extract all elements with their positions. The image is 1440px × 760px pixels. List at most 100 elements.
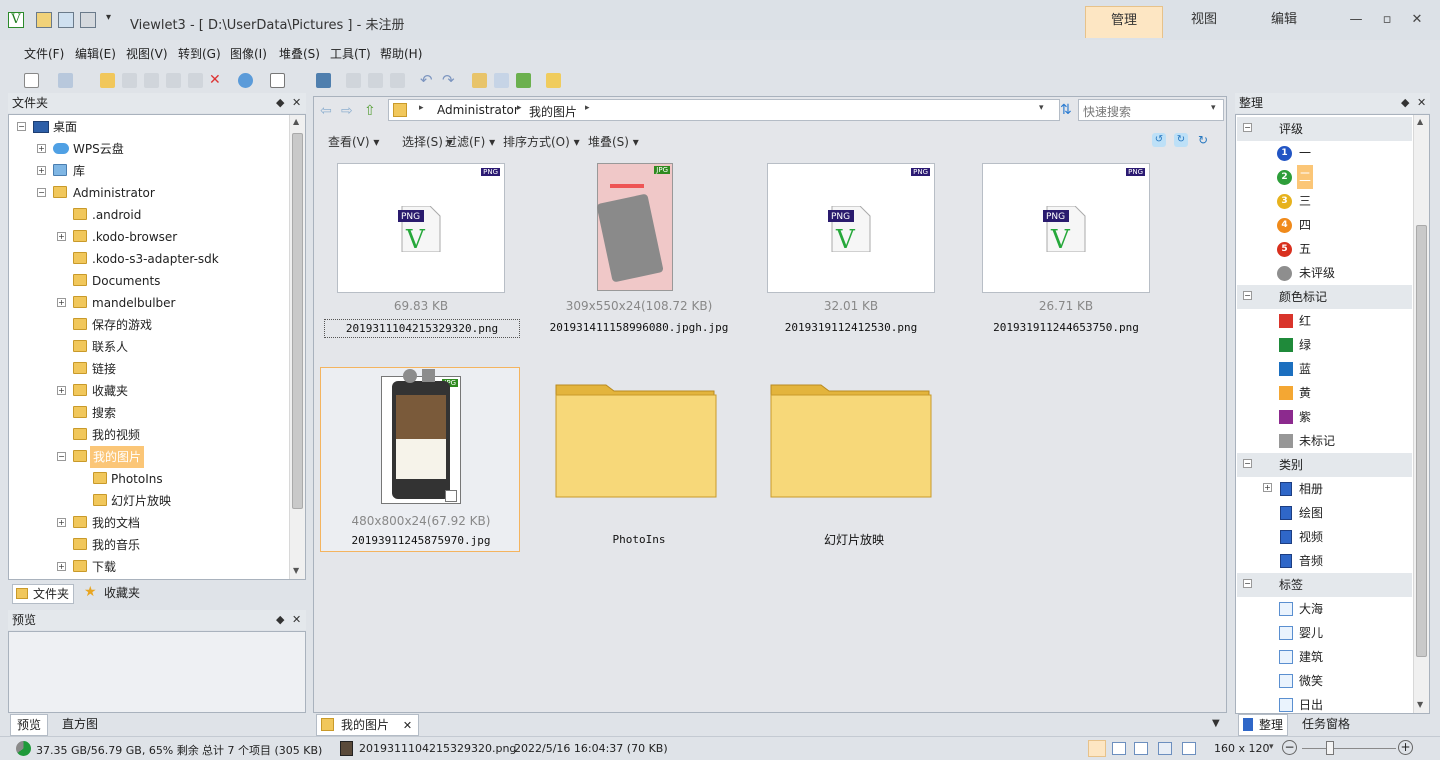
content-tab-pictures[interactable]: 我的图片 ✕ [316, 714, 420, 736]
quick-search-input[interactable]: 快速搜索 ▾ [1078, 99, 1224, 121]
tree-item-videos[interactable]: 我的视频 [92, 424, 140, 446]
color-yellow[interactable]: 黄 [1237, 381, 1412, 405]
tree-item-photoins[interactable]: PhotoIns [111, 468, 163, 490]
pin-icon[interactable]: ◆ [276, 93, 284, 113]
view-grid-icon[interactable] [1112, 742, 1126, 755]
folder-item[interactable]: 幻灯片放映 [754, 379, 954, 549]
menu-help[interactable]: 帮助(H) [380, 45, 422, 62]
tab-preview[interactable]: 预览 [10, 714, 49, 736]
nav-up-icon[interactable]: ⇧ [364, 103, 376, 119]
tab-list-dropdown-icon[interactable]: ▼ [1212, 718, 1220, 729]
zoom-in-icon[interactable]: + [1398, 740, 1413, 755]
menu-file[interactable]: 文件(F) [24, 45, 64, 62]
open-folder-icon[interactable] [36, 12, 52, 28]
collapse-icon[interactable]: − [17, 122, 26, 131]
expand-icon[interactable]: + [1263, 483, 1272, 492]
move-icon[interactable] [122, 73, 137, 88]
tree-item-search[interactable]: 搜索 [92, 402, 116, 424]
tree-item-my-documents[interactable]: 我的文档 [92, 512, 140, 534]
view-thumbnails-icon[interactable] [1088, 740, 1106, 757]
ribbon-tab-view[interactable]: 视图 [1165, 6, 1243, 38]
scroll-up-icon[interactable]: ▲ [1417, 117, 1423, 126]
app-logo-icon[interactable]: V [8, 12, 24, 28]
new-icon[interactable] [24, 73, 39, 88]
thumbnail-item[interactable]: JPG 309x550x24(108.72 KB) 20193141115899… [539, 163, 739, 339]
expand-icon[interactable]: + [37, 144, 46, 153]
copy-icon[interactable] [166, 73, 181, 88]
panel-close-icon[interactable]: ✕ [292, 610, 301, 630]
folder-add-icon[interactable] [100, 73, 115, 88]
tree-item-music[interactable]: 我的音乐 [92, 534, 140, 556]
rating-2[interactable]: 2二 [1237, 165, 1412, 189]
section-tags[interactable]: − 标签 [1237, 573, 1412, 597]
paste-icon[interactable] [188, 73, 203, 88]
category-drawing[interactable]: 绘图 [1237, 501, 1412, 525]
tag-sea[interactable]: 大海 [1237, 597, 1412, 621]
rating-circle-icon[interactable] [403, 369, 417, 383]
section-rating[interactable]: − 评级 [1237, 117, 1412, 141]
select-checkbox[interactable] [445, 490, 457, 502]
refresh-icon[interactable] [238, 73, 253, 88]
menu-goto[interactable]: 转到(G) [178, 45, 221, 62]
view-list-icon[interactable] [1182, 742, 1196, 755]
color-none[interactable]: 未标记 [1237, 429, 1412, 453]
menu-view[interactable]: 视图(V) [126, 45, 168, 62]
rating-1[interactable]: 1一 [1237, 141, 1412, 165]
layout-icon[interactable] [270, 73, 285, 88]
maximize-icon[interactable]: ▫ [1379, 12, 1395, 27]
tab-close-icon[interactable]: ✕ [403, 719, 412, 732]
copy-to-icon[interactable] [144, 73, 159, 88]
tree-item-library[interactable]: 库 [73, 160, 85, 182]
minimize-icon[interactable]: — [1348, 12, 1364, 27]
tree-item-administrator[interactable]: Administrator [73, 182, 155, 204]
color-blue[interactable]: 蓝 [1237, 357, 1412, 381]
view-rotate-icon[interactable]: ↻ [1174, 133, 1188, 147]
thumb-size-dropdown-icon[interactable]: ▾ [1269, 742, 1274, 752]
scan-icon[interactable] [390, 73, 405, 88]
tree-item-downloads[interactable]: 下载 [92, 556, 116, 578]
color-purple[interactable]: 紫 [1237, 405, 1412, 429]
scroll-down-icon[interactable]: ▼ [1417, 700, 1423, 709]
tree-item-android[interactable]: .android [92, 204, 141, 226]
panel-close-icon[interactable]: ✕ [1417, 93, 1426, 113]
tree-item-kodo-browser[interactable]: .kodo-browser [92, 226, 177, 248]
tree-item-mandelbulber[interactable]: mandelbulber [92, 292, 175, 314]
collapse-icon[interactable]: − [1243, 459, 1252, 468]
collapse-icon[interactable]: − [1243, 291, 1252, 300]
breadcrumb-administrator[interactable]: Administrator [437, 103, 519, 117]
scroll-thumb[interactable] [1416, 225, 1427, 657]
color-label-icon[interactable] [422, 369, 435, 382]
back-icon[interactable] [58, 73, 73, 88]
thumbnail-item[interactable]: PNG PNG V 32.01 KB 201931911241253​0.png [754, 163, 954, 339]
view-refresh-icon[interactable]: ↺ [1152, 133, 1166, 147]
scroll-thumb[interactable] [292, 133, 303, 509]
address-bar[interactable]: ▸ Administrator ▸ 我的图片 ▸ ▾ [388, 99, 1060, 121]
rating-3[interactable]: 3三 [1237, 189, 1412, 213]
category-audio[interactable]: 音频 [1237, 549, 1412, 573]
print-icon[interactable] [346, 73, 361, 88]
close-icon[interactable]: ✕ [1409, 12, 1425, 27]
rating-none[interactable]: 未评级 [1237, 261, 1412, 285]
ribbon-tab-edit[interactable]: 编辑 [1245, 6, 1323, 38]
menu-edit[interactable]: 编辑(E) [75, 45, 116, 62]
tab-task-pane[interactable]: 任务窗格 [1302, 714, 1350, 736]
view-sync-icon[interactable]: ↻ [1196, 133, 1210, 147]
expand-icon[interactable]: + [57, 518, 66, 527]
status-thumb-size[interactable]: 160 x 120 [1214, 742, 1270, 755]
slideshow-icon[interactable] [546, 73, 561, 88]
zoom-out-icon[interactable]: − [1282, 740, 1297, 755]
tree-item-documents[interactable]: Documents [92, 270, 160, 292]
category-album[interactable]: + 相册 [1237, 477, 1412, 501]
ribbon-tab-manage[interactable]: 管理 [1085, 6, 1163, 38]
menu-image[interactable]: 图像(I) [230, 45, 267, 62]
expand-icon[interactable]: + [37, 166, 46, 175]
tree-scrollbar[interactable]: ▲ ▼ [289, 115, 305, 579]
filter-stack[interactable]: 堆叠(S) ▾ [588, 133, 639, 150]
scroll-up-icon[interactable]: ▲ [293, 117, 299, 126]
image-icon[interactable] [58, 12, 74, 28]
view-details-icon[interactable] [1134, 742, 1148, 755]
tree-item-contacts[interactable]: 联系人 [92, 336, 128, 358]
search-dropdown-icon[interactable]: ▾ [1211, 103, 1216, 113]
color-green[interactable]: 绿 [1237, 333, 1412, 357]
expand-icon[interactable]: + [57, 232, 66, 241]
